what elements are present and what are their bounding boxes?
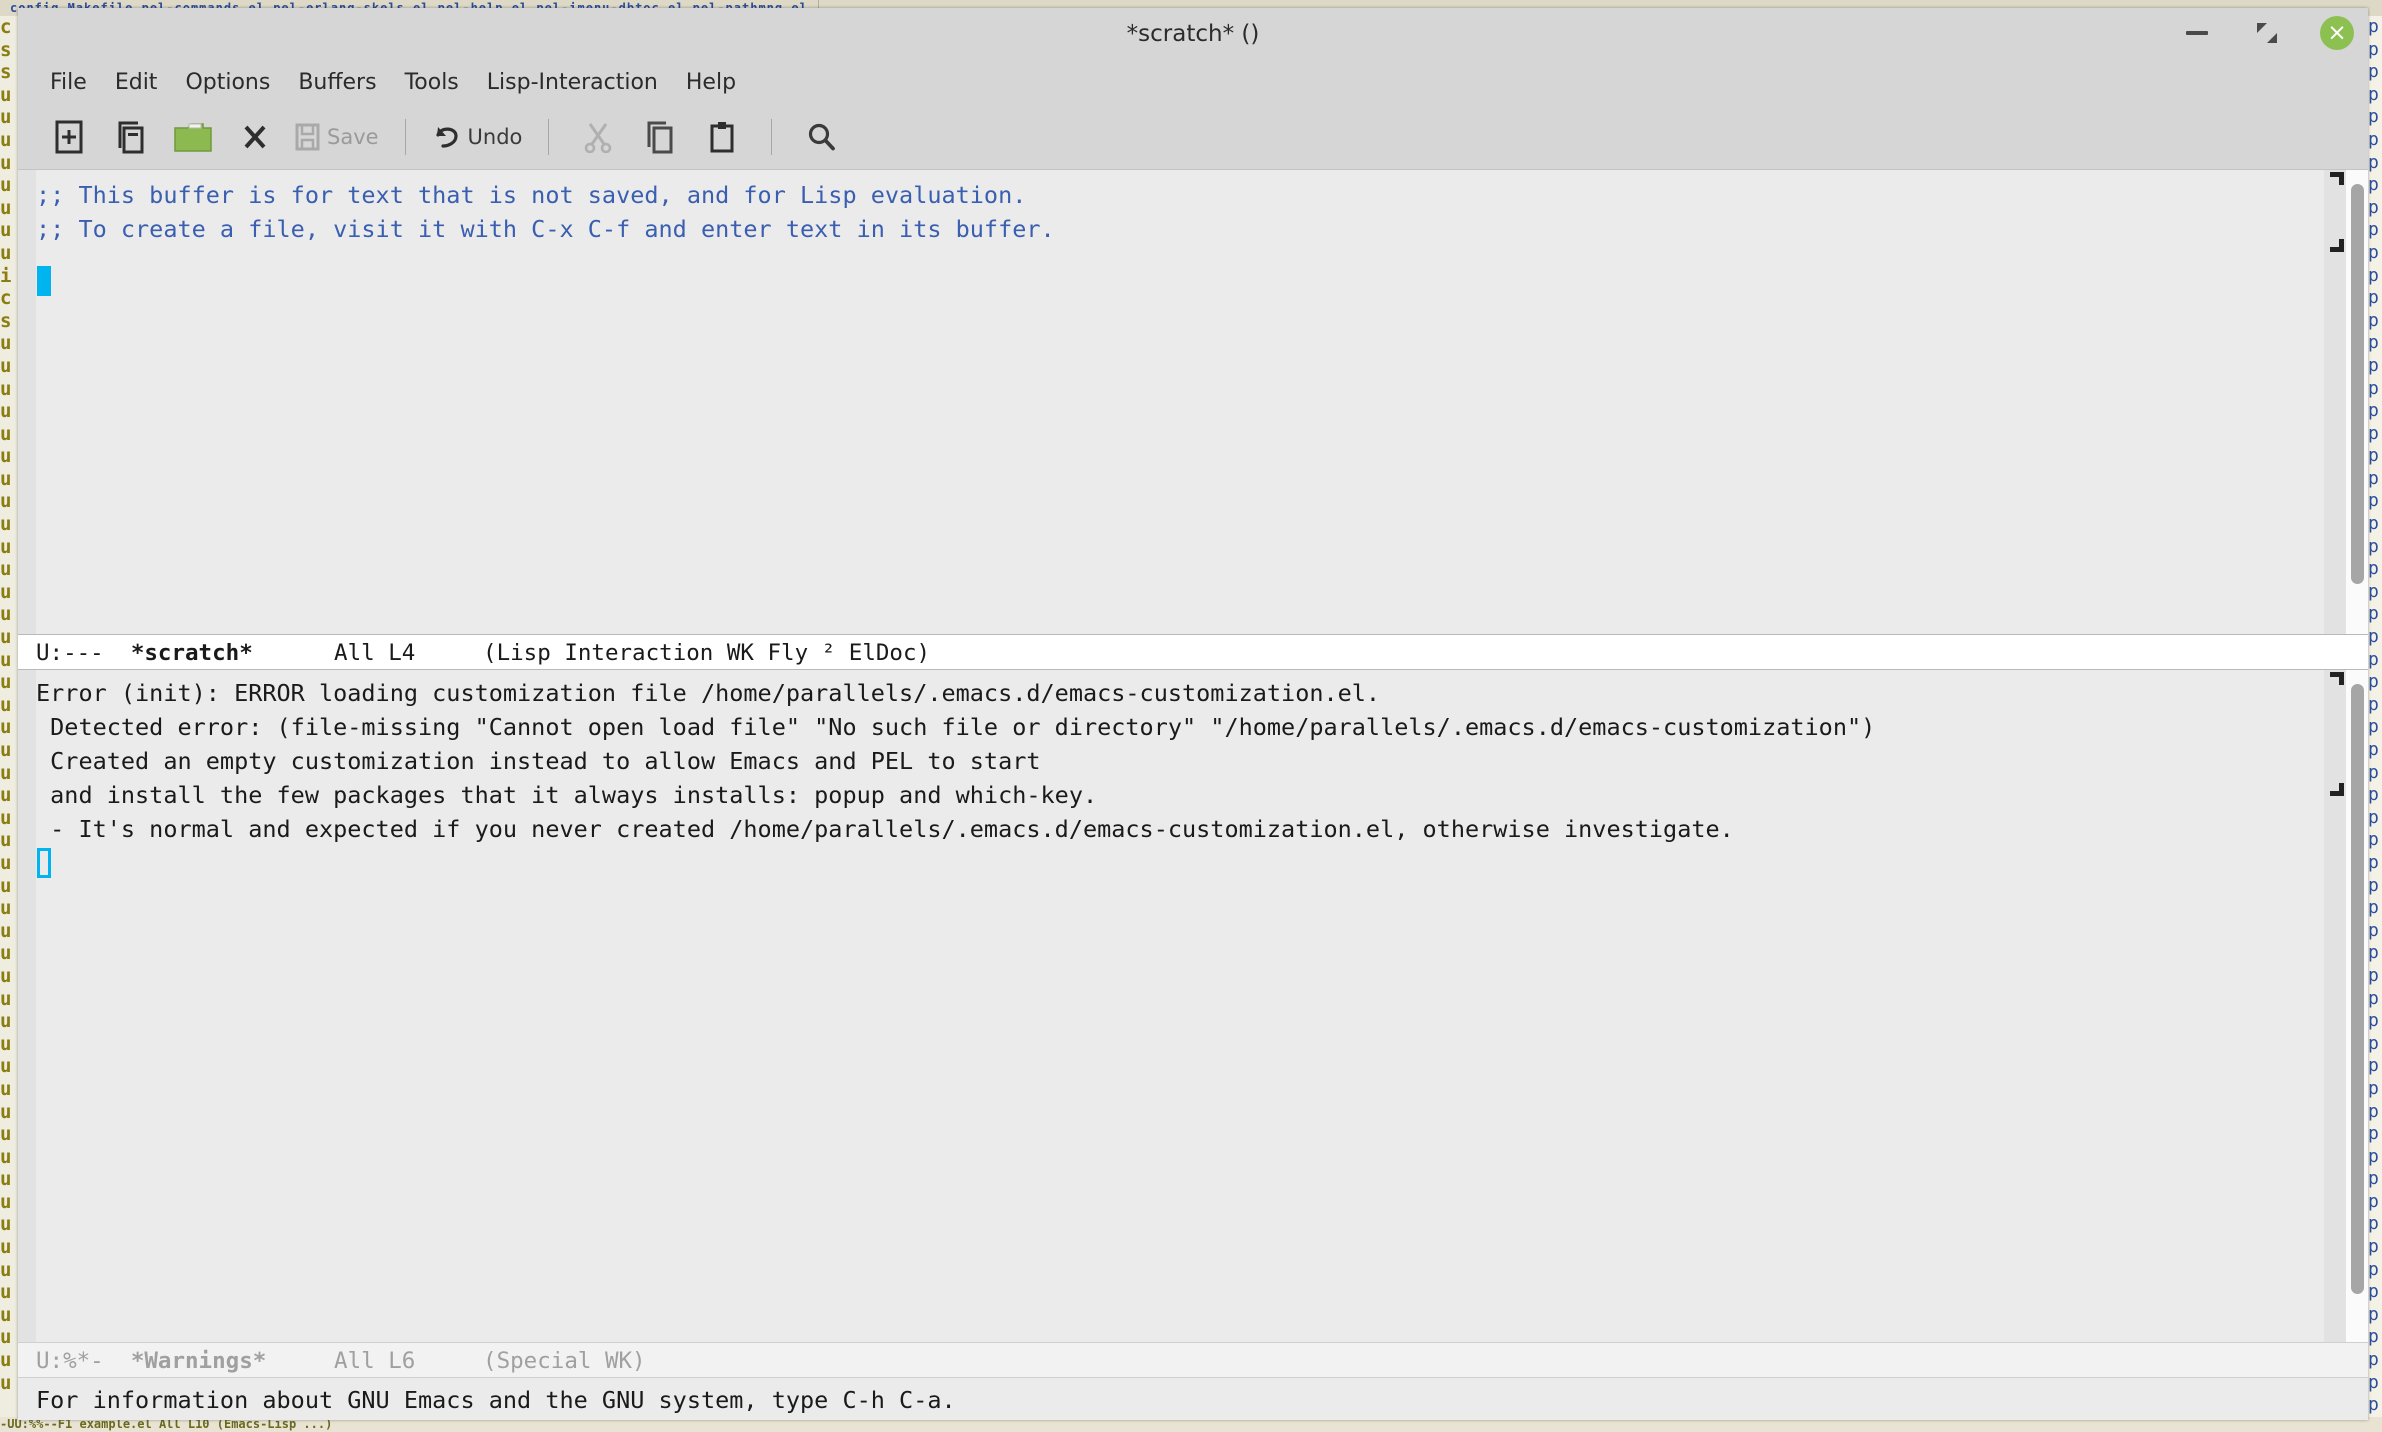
- menu-bar: File Edit Options Buffers Tools Lisp-Int…: [18, 60, 2368, 104]
- scratch-line-2: ;; To create a file, visit it with C-x C…: [36, 215, 1055, 243]
- toolbar-separator-1: [404, 118, 406, 155]
- undo-arrow-icon: [435, 126, 458, 148]
- warnings-modeline-position: All L6: [334, 1348, 416, 1374]
- window-controls: ×: [2180, 16, 2354, 50]
- menu-item-options[interactable]: Options: [171, 66, 284, 99]
- clipboard-paste-icon: [710, 121, 734, 152]
- close-buffer-button[interactable]: [224, 111, 286, 163]
- paste-button[interactable]: [691, 111, 753, 163]
- undo-button[interactable]: Undo: [424, 111, 531, 163]
- scratch-point-cursor: [37, 266, 51, 296]
- warnings-modeline-modes: (Special WK): [483, 1348, 646, 1374]
- scratch-modeline-buffer: *scratch*: [130, 640, 253, 666]
- cut-button[interactable]: [567, 111, 629, 163]
- magnifier-icon: [809, 123, 836, 150]
- warnings-line-5: - It's normal and expected if you never …: [36, 815, 1734, 843]
- warnings-top-indicator-icon: [2328, 672, 2344, 686]
- open-folder-icon: [174, 122, 212, 152]
- menu-item-buffers[interactable]: Buffers: [284, 66, 390, 99]
- menu-item-help[interactable]: Help: [672, 66, 750, 99]
- buffer-bottom-indicator-icon: [2328, 238, 2344, 252]
- scratch-modeline-modes: (Lisp Interaction WK Fly ² ElDoc): [483, 640, 931, 666]
- tool-bar: Save Undo: [18, 104, 2368, 170]
- warnings-right-fringe: [2324, 670, 2346, 1342]
- scratch-scrollbar[interactable]: [2346, 170, 2368, 634]
- menu-item-edit[interactable]: Edit: [101, 66, 172, 99]
- warnings-scrollbar-thumb[interactable]: [2351, 684, 2364, 1294]
- warnings-left-fringe: [18, 670, 36, 1342]
- warnings-modeline-status: U:%*-: [36, 1348, 104, 1374]
- save-disk-icon: [295, 123, 320, 150]
- scratch-window: ;; This buffer is for text that is not s…: [18, 170, 2368, 634]
- emacs-window: *scratch* () × File Edit Options Buffers…: [18, 8, 2368, 1420]
- close-buffer-icon: [244, 125, 266, 148]
- minimize-icon: [2186, 31, 2208, 35]
- background-right-column: p p p p p p p p p p p p p p p p p p p p …: [2368, 16, 2382, 1432]
- title-bar: *scratch* () ×: [18, 8, 2368, 60]
- toolbar-separator-2: [548, 118, 550, 155]
- warnings-line-1: Error (init): ERROR loading customizatio…: [36, 679, 1381, 707]
- warnings-modeline[interactable]: U:%*- *Warnings* All L6 (Special WK): [18, 1342, 2368, 1378]
- new-file-icon: [55, 120, 83, 153]
- warnings-point-cursor: [37, 848, 51, 878]
- save-label: Save: [327, 124, 379, 149]
- scratch-scrollbar-thumb[interactable]: [2351, 184, 2364, 584]
- warnings-line-3: Created an empty customization instead t…: [36, 747, 1041, 775]
- dired-button[interactable]: [162, 111, 224, 163]
- echo-area-minibuffer[interactable]: For information about GNU Emacs and the …: [18, 1380, 2368, 1420]
- scratch-left-fringe: [18, 170, 36, 634]
- window-title: *scratch* (): [1126, 21, 1260, 47]
- search-button[interactable]: [790, 111, 852, 163]
- copy-icon: [647, 121, 673, 153]
- warnings-scrollbar[interactable]: [2346, 670, 2368, 1342]
- scratch-modeline[interactable]: U:--- *scratch* All L4 (Lisp Interaction…: [18, 634, 2368, 670]
- save-button[interactable]: Save: [286, 111, 387, 163]
- toolbar-separator-3: [771, 118, 773, 155]
- close-icon: ×: [2320, 16, 2354, 50]
- warnings-bottom-indicator-icon: [2328, 782, 2344, 796]
- open-file-icon: [118, 121, 144, 153]
- warnings-modeline-buffer: *Warnings*: [130, 1348, 267, 1374]
- undo-label: Undo: [467, 124, 523, 149]
- emacs-buffers-area: ;; This buffer is for text that is not s…: [18, 170, 2368, 1420]
- close-button[interactable]: ×: [2320, 16, 2354, 50]
- new-file-button[interactable]: [38, 111, 100, 163]
- copy-button[interactable]: [629, 111, 691, 163]
- scratch-right-fringe: [2324, 170, 2346, 634]
- warnings-line-4: and install the few packages that it alw…: [36, 781, 1098, 809]
- maximize-icon: [2257, 23, 2277, 43]
- open-file-button[interactable]: [100, 111, 162, 163]
- menu-item-tools[interactable]: Tools: [391, 66, 473, 99]
- scratch-modeline-status: U:---: [36, 640, 104, 666]
- background-left-column: c s s u u u u u u u u i c s u u u u u u …: [0, 16, 18, 1432]
- buffer-top-indicator-icon: [2328, 172, 2344, 186]
- warnings-window: Error (init): ERROR loading customizatio…: [18, 670, 2368, 1342]
- scratch-line-1: ;; This buffer is for text that is not s…: [36, 181, 1027, 209]
- menu-item-lisp-interaction[interactable]: Lisp-Interaction: [473, 66, 672, 99]
- scratch-modeline-position: All L4: [334, 640, 416, 666]
- menu-item-file[interactable]: File: [36, 66, 101, 99]
- minimize-button[interactable]: [2180, 16, 2214, 50]
- maximize-button[interactable]: [2250, 16, 2284, 50]
- warnings-line-2: Detected error: (file-missing "Cannot op…: [36, 713, 1876, 741]
- scissors-icon: [585, 122, 612, 153]
